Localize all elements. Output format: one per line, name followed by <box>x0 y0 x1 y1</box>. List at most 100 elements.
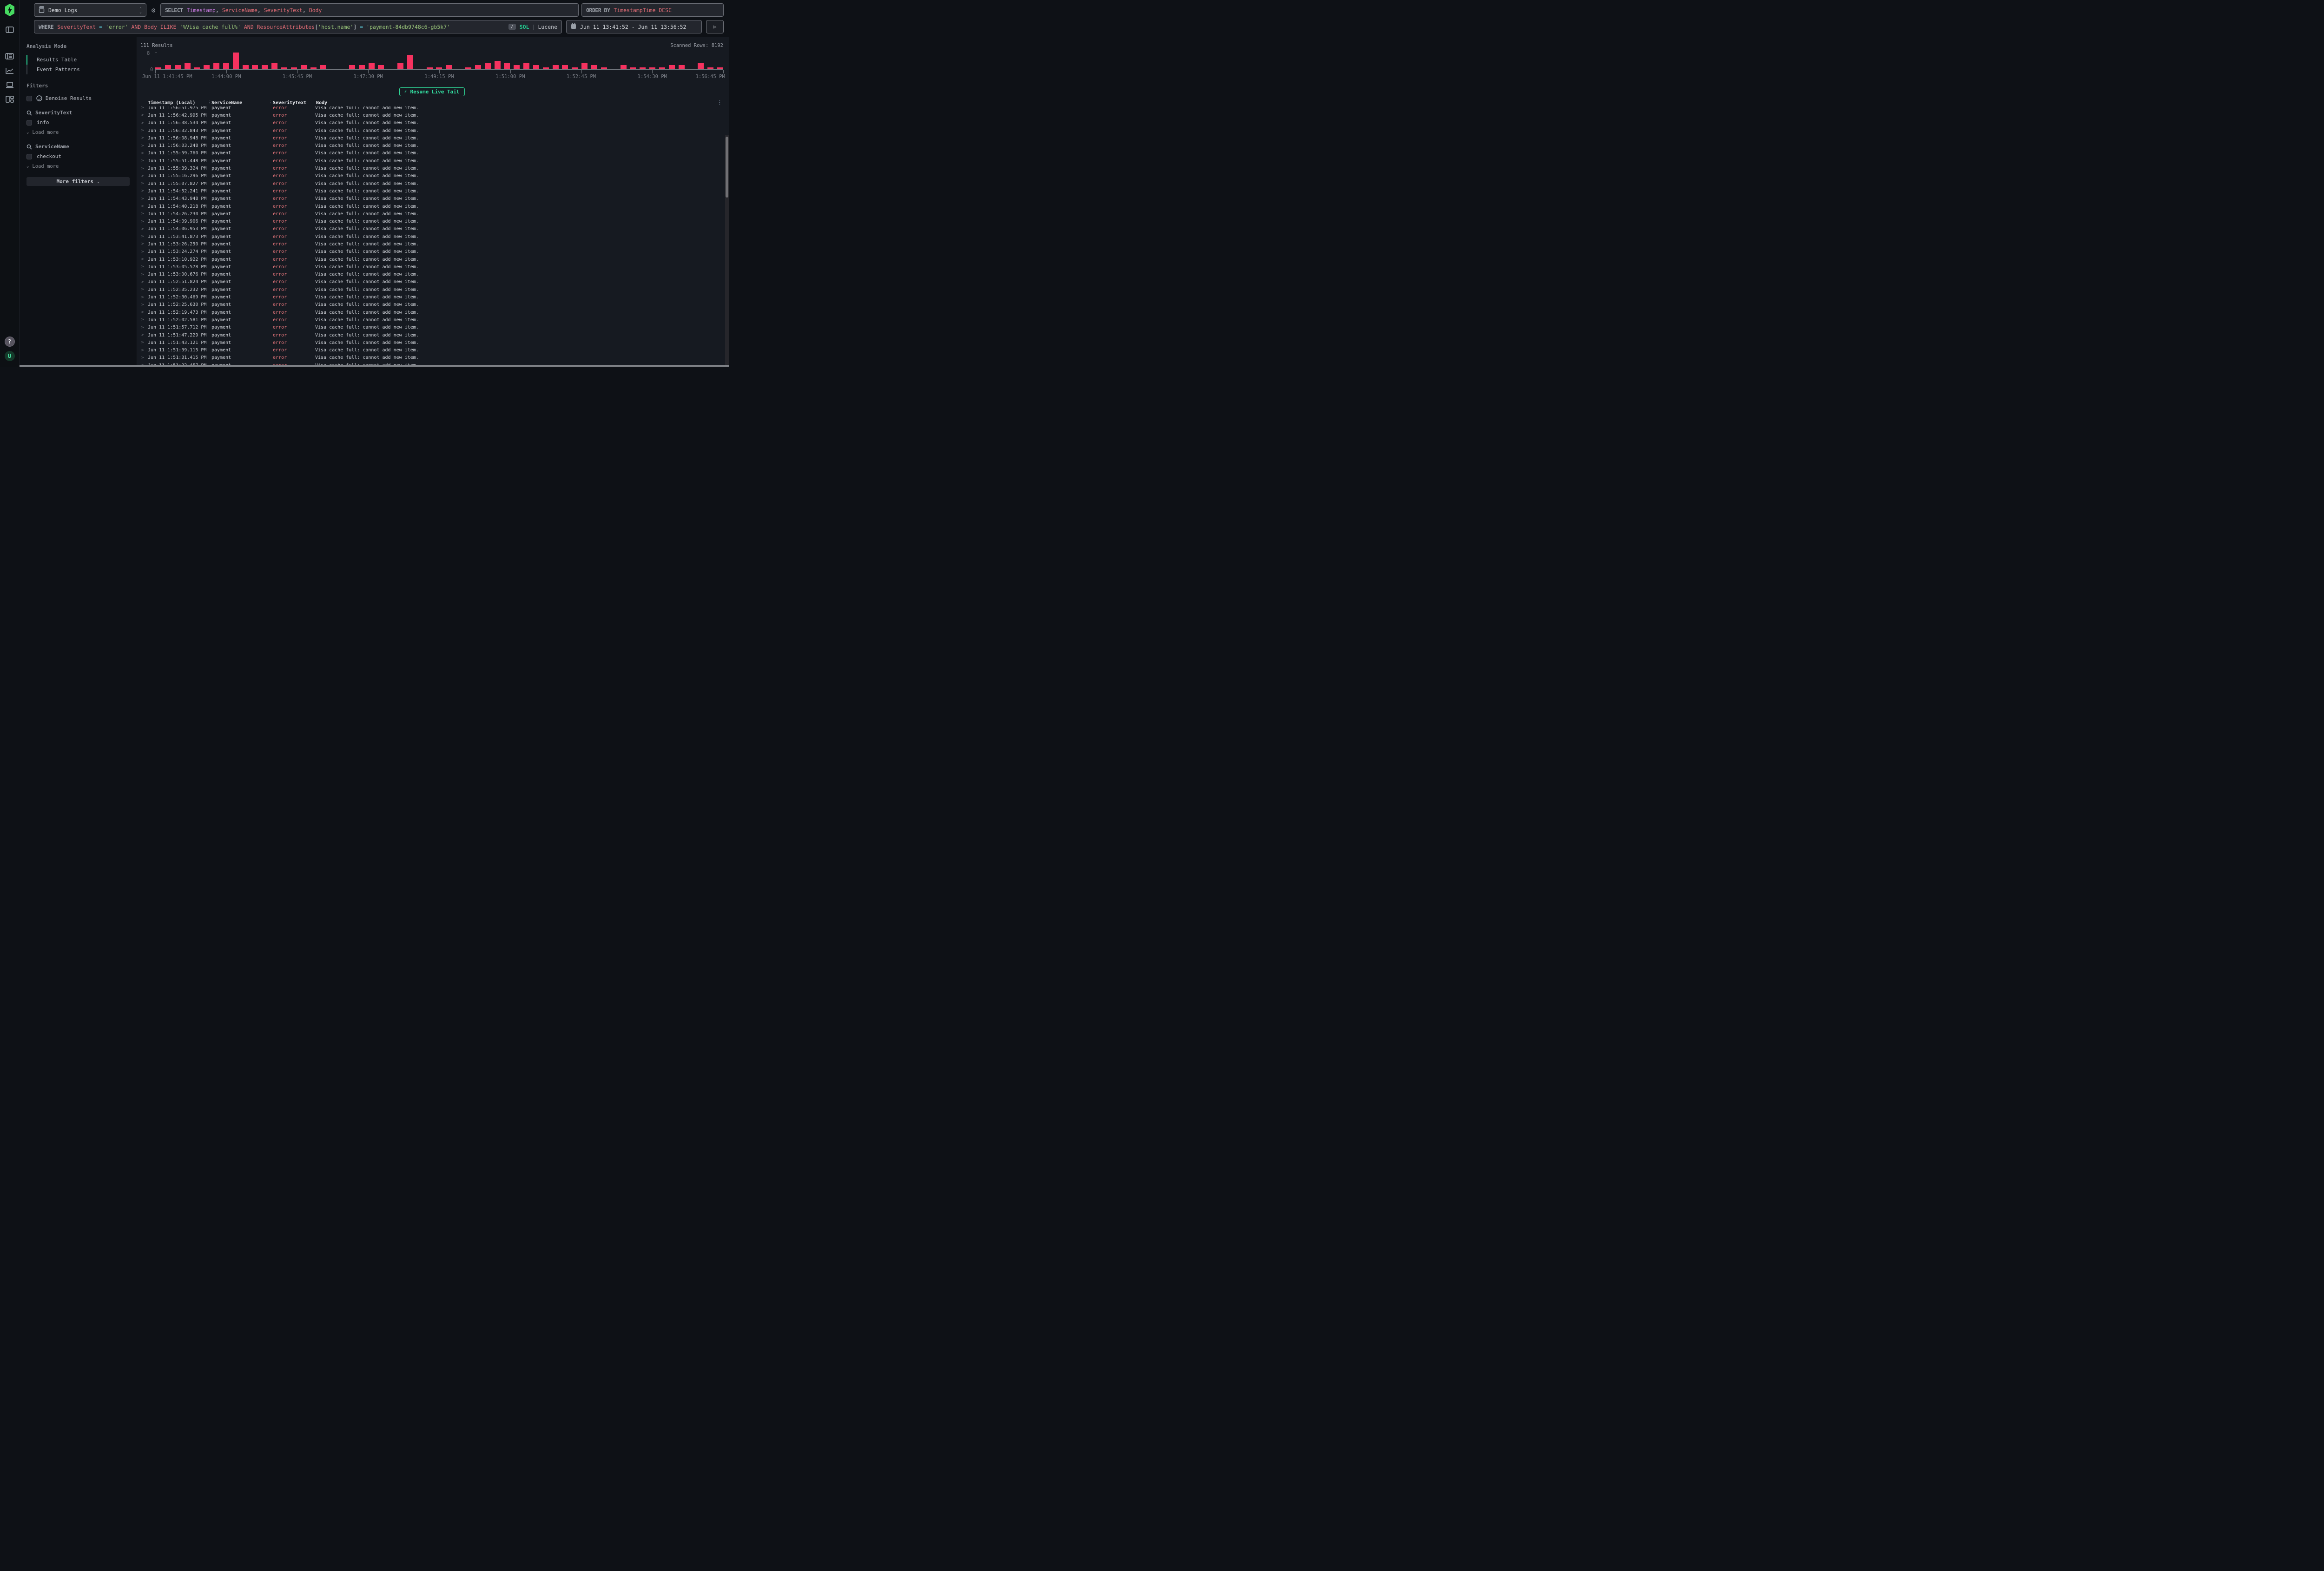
timestamp-cell: Jun 11 1:54:26.230 PM <box>148 211 211 217</box>
table-row[interactable]: >Jun 11 1:54:43.948 PMpaymenterrorVisa c… <box>140 195 723 203</box>
source-settings-gear-icon[interactable]: ⚙ <box>146 3 160 17</box>
query-language-toggle[interactable]: / SQL | Lucene <box>508 24 557 30</box>
severity-cell: error <box>273 279 315 284</box>
horizontal-scrollbar[interactable] <box>20 365 729 367</box>
row-expand-chevron-icon: > <box>140 272 148 277</box>
search-logs-icon[interactable] <box>5 52 14 60</box>
servicename-cell: payment <box>211 234 273 239</box>
table-row[interactable]: >Jun 11 1:55:39.324 PMpaymenterrorVisa c… <box>140 165 723 172</box>
table-row[interactable]: >Jun 11 1:53:26.250 PMpaymenterrorVisa c… <box>140 240 723 248</box>
timestamp-cell: Jun 11 1:56:38.534 PM <box>148 120 211 125</box>
servicename-cell: payment <box>211 226 273 231</box>
table-row[interactable]: >Jun 11 1:51:39.115 PMpaymenterrorVisa c… <box>140 347 723 354</box>
column-resize-handle-icon[interactable]: ⋮ <box>312 101 316 105</box>
table-row[interactable]: >Jun 11 1:53:10.922 PMpaymenterrorVisa c… <box>140 256 723 263</box>
where-query-input[interactable]: WHERE SeverityText = 'error' AND Body IL… <box>34 20 562 33</box>
select-query-input[interactable]: SELECT Timestamp, ServiceName, SeverityT… <box>160 3 579 17</box>
table-row[interactable]: >Jun 11 1:55:51.448 PMpaymenterrorVisa c… <box>140 157 723 165</box>
query-token: ILIKE <box>160 24 177 30</box>
row-expand-chevron-icon: > <box>140 317 148 322</box>
histogram-bar-slot <box>301 65 307 69</box>
where-query-value: SeverityText = 'error' AND Body ILIKE '%… <box>57 24 505 30</box>
filter-option-checkout[interactable]: checkout <box>26 153 130 159</box>
table-row[interactable]: >Jun 11 1:52:02.581 PMpaymenterrorVisa c… <box>140 316 723 323</box>
more-filters-button[interactable]: More filters ⌄ <box>26 177 130 186</box>
sidebar-toggle-icon[interactable] <box>5 26 14 33</box>
table-row[interactable]: >Jun 11 1:52:30.469 PMpaymenterrorVisa c… <box>140 293 723 301</box>
body-cell: Visa cache full: cannot add new item. <box>315 317 723 323</box>
histogram-bar <box>465 67 471 70</box>
select-keyword: SELECT <box>165 7 183 13</box>
table-row[interactable]: >Jun 11 1:53:00.676 PMpaymenterrorVisa c… <box>140 271 723 278</box>
load-more-severitytext[interactable]: ⌄ Load more <box>26 130 130 135</box>
body-cell: Visa cache full: cannot add new item. <box>315 189 723 194</box>
order-by-input[interactable]: ORDER BY TimestampTime DESC <box>581 3 724 17</box>
table-row[interactable]: >Jun 11 1:56:32.843 PMpaymenterrorVisa c… <box>140 127 723 134</box>
table-row[interactable]: >Jun 11 1:52:25.630 PMpaymenterrorVisa c… <box>140 301 723 309</box>
filter-option-info[interactable]: info <box>26 119 130 125</box>
x-axis-tick-label: 1:49:15 PM <box>424 74 454 79</box>
histogram-bar-slot <box>407 55 413 70</box>
table-row[interactable]: >Jun 11 1:52:35.232 PMpaymenterrorVisa c… <box>140 286 723 293</box>
table-row[interactable]: >Jun 11 1:56:08.948 PMpaymenterrorVisa c… <box>140 134 723 142</box>
filter-group-header[interactable]: SeverityText <box>26 110 130 116</box>
query-token <box>102 24 106 30</box>
resume-live-tail-button[interactable]: ⚡ Resume Live Tail <box>399 87 465 96</box>
help-button[interactable]: ? <box>5 337 15 347</box>
lucene-mode-option[interactable]: Lucene <box>538 24 557 30</box>
table-row[interactable]: >Jun 11 1:53:24.274 PMpaymenterrorVisa c… <box>140 248 723 256</box>
table-row[interactable]: >Jun 11 1:55:59.760 PMpaymenterrorVisa c… <box>140 150 723 157</box>
table-options-kebab-icon[interactable]: ⋮ <box>717 99 722 106</box>
table-row[interactable]: >Jun 11 1:56:03.248 PMpaymenterrorVisa c… <box>140 142 723 149</box>
filter-group-header[interactable]: ServiceName <box>26 144 130 150</box>
table-row[interactable]: >Jun 11 1:52:19.473 PMpaymenterrorVisa c… <box>140 309 723 316</box>
resume-live-tail-label: Resume Live Tail <box>410 89 460 95</box>
histogram-bar <box>320 65 326 69</box>
avatar[interactable]: U <box>5 351 15 361</box>
column-resize-handle-icon[interactable]: ⋮ <box>269 101 273 105</box>
table-row[interactable]: >Jun 11 1:56:42.995 PMpaymenterrorVisa c… <box>140 112 723 119</box>
time-range-picker[interactable]: Jun 11 13:41:52 - Jun 11 13:56:52 <box>566 20 702 33</box>
row-expand-chevron-icon: > <box>140 211 148 216</box>
source-selector[interactable]: Demo Logs ⌃⌄ <box>34 3 146 17</box>
chart-explorer-icon[interactable] <box>5 66 14 74</box>
load-more-servicename[interactable]: ⌄ Load more <box>26 164 130 169</box>
denoise-results-toggle[interactable]: Denoise Results <box>26 95 130 101</box>
histogram-bar <box>495 61 501 69</box>
table-row[interactable]: >Jun 11 1:51:31.415 PMpaymenterrorVisa c… <box>140 354 723 362</box>
table-row[interactable]: >Jun 11 1:55:16.296 PMpaymenterrorVisa c… <box>140 172 723 180</box>
body-cell: Visa cache full: cannot add new item. <box>315 211 723 217</box>
table-row[interactable]: >Jun 11 1:53:41.873 PMpaymenterrorVisa c… <box>140 233 723 240</box>
table-row[interactable]: >Jun 11 1:51:43.121 PMpaymenterrorVisa c… <box>140 339 723 346</box>
checkout-checkbox[interactable] <box>26 154 32 159</box>
column-header-severitytext[interactable]: SeverityText <box>273 100 312 106</box>
table-row[interactable]: >Jun 11 1:54:09.906 PMpaymenterrorVisa c… <box>140 218 723 225</box>
table-row[interactable]: >Jun 11 1:55:07.827 PMpaymenterrorVisa c… <box>140 180 723 187</box>
table-row[interactable]: >Jun 11 1:52:51.824 PMpaymenterrorVisa c… <box>140 278 723 286</box>
dashboards-icon[interactable] <box>5 95 14 103</box>
table-row[interactable]: >Jun 11 1:51:57.712 PMpaymenterrorVisa c… <box>140 324 723 331</box>
mode-results-table[interactable]: Results Table <box>26 55 130 65</box>
sql-mode-option[interactable]: SQL <box>520 24 529 30</box>
table-row[interactable]: >Jun 11 1:54:40.218 PMpaymenterrorVisa c… <box>140 203 723 210</box>
search-icon <box>26 110 32 116</box>
sessions-icon[interactable] <box>5 81 14 89</box>
table-row[interactable]: >Jun 11 1:51:47.229 PMpaymenterrorVisa c… <box>140 331 723 339</box>
table-row[interactable]: >Jun 11 1:56:38.534 PMpaymenterrorVisa c… <box>140 119 723 127</box>
table-row[interactable]: >Jun 11 1:54:52.241 PMpaymenterrorVisa c… <box>140 187 723 195</box>
app-logo-icon[interactable] <box>4 4 15 16</box>
column-resize-handle-icon[interactable]: ⋮ <box>207 101 211 105</box>
column-header-timestamp[interactable]: Timestamp (Local) <box>148 100 207 106</box>
table-row[interactable]: >Jun 11 1:54:06.953 PMpaymenterrorVisa c… <box>140 225 723 233</box>
column-header-servicename[interactable]: ServiceName <box>211 100 269 106</box>
mode-event-patterns[interactable]: Event Patterns <box>26 65 130 74</box>
servicename-cell: payment <box>211 257 273 262</box>
table-row[interactable]: >Jun 11 1:54:26.230 PMpaymenterrorVisa c… <box>140 210 723 218</box>
column-header-body[interactable]: Body <box>316 100 723 106</box>
vertical-scrollbar-thumb[interactable] <box>726 137 728 198</box>
table-row[interactable]: >Jun 11 1:53:05.578 PMpaymenterrorVisa c… <box>140 263 723 271</box>
denoise-checkbox[interactable] <box>26 96 32 101</box>
info-checkbox[interactable] <box>26 120 32 125</box>
results-histogram[interactable]: 8 0 Jun 11 1:41:45 PM1:44:00 PM1:45:45 P… <box>140 53 723 81</box>
run-query-button[interactable]: ▷ <box>706 20 724 33</box>
